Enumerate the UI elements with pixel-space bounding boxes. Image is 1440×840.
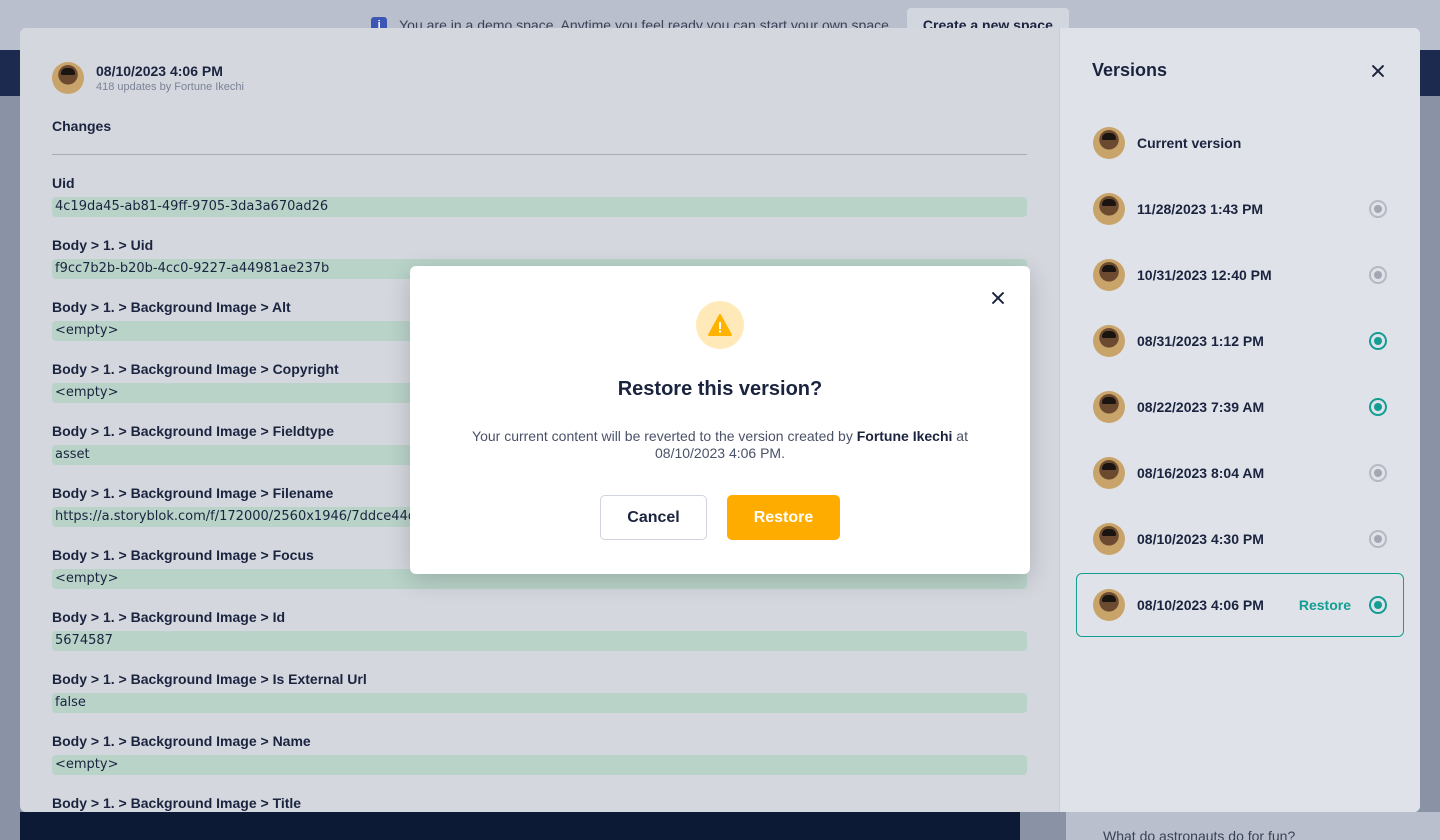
app-field-preview: What do astronauts do for fun? xyxy=(1066,812,1440,840)
version-radio-icon[interactable] xyxy=(1369,398,1387,416)
version-date: 08/10/2023 4:06 PM xyxy=(96,63,223,79)
version-item[interactable]: 11/28/2023 1:43 PM xyxy=(1076,177,1404,241)
version-label: 08/16/2023 8:04 AM xyxy=(1137,465,1265,481)
version-subtitle: 418 updates by Fortune Ikechi xyxy=(96,81,244,93)
change-item: Uid 4c19da45-ab81-49ff-9705-3da3a670ad26 xyxy=(52,175,1027,217)
version-item[interactable]: 08/16/2023 8:04 AM xyxy=(1076,441,1404,505)
change-label: Body > 1. > Uid xyxy=(52,237,154,253)
change-label: Body > 1. > Background Image > Is Extern… xyxy=(52,671,367,687)
dialog-title: Restore this version? xyxy=(617,378,823,400)
version-list: Current version 11/28/2023 1:43 PM 10/31/2… xyxy=(1076,111,1404,637)
avatar xyxy=(52,62,84,94)
version-label: 08/22/2023 7:39 AM xyxy=(1137,399,1265,415)
change-label: Body > 1. > Background Image > Title xyxy=(52,795,302,811)
version-item[interactable]: 10/31/2023 12:40 PM xyxy=(1076,243,1404,307)
avatar xyxy=(1093,523,1125,555)
avatar xyxy=(1093,457,1125,489)
change-item: Body > 1. > Background Image > Name <empt… xyxy=(52,733,1027,775)
version-radio-icon[interactable] xyxy=(1369,596,1387,614)
changes-title: Changes xyxy=(52,118,1027,155)
version-item[interactable]: 08/10/2023 4:06 PM Restore xyxy=(1076,573,1404,637)
change-item: Body > 1. > Background Image > Id 5674587 xyxy=(52,609,1027,651)
avatar xyxy=(1093,259,1125,291)
change-label: Uid xyxy=(52,175,75,191)
version-item[interactable]: 08/22/2023 7:39 AM xyxy=(1076,375,1404,439)
change-value: <empty> xyxy=(52,755,1027,775)
versions-sidebar: Versions Current version 11/28/2023 1:43 … xyxy=(1059,28,1420,812)
change-item: Body > 1. > Background Image > Title<emp… xyxy=(52,795,1027,812)
version-item[interactable]: 08/10/2023 4:30 PM xyxy=(1076,507,1404,571)
version-radio-icon[interactable] xyxy=(1369,530,1387,548)
versions-title: Versions xyxy=(1092,60,1168,80)
avatar xyxy=(1093,193,1125,225)
close-icon[interactable] xyxy=(1368,61,1388,81)
warning-icon xyxy=(696,301,744,349)
change-label: Body > 1. > Background Image > Name xyxy=(52,733,311,749)
version-label: Current version xyxy=(1137,135,1242,151)
app-preview-area xyxy=(20,812,1020,840)
dialog-message: Your current content will be reverted to… xyxy=(472,428,968,461)
version-radio-icon[interactable] xyxy=(1369,266,1387,284)
change-label: Body > 1. > Background Image > Id xyxy=(52,609,286,625)
dialog-close-icon[interactable] xyxy=(988,288,1008,308)
dialog-author: Fortune Ikechi xyxy=(856,428,953,444)
version-author: 08/10/2023 4:06 PM 418 updates by Fortun… xyxy=(52,62,1027,94)
avatar xyxy=(1093,589,1125,621)
avatar xyxy=(1093,127,1125,159)
version-label: 11/28/2023 1:43 PM xyxy=(1137,201,1264,217)
version-radio-icon[interactable] xyxy=(1369,464,1387,482)
restore-link[interactable]: Restore xyxy=(1299,597,1351,613)
version-radio-icon[interactable] xyxy=(1369,332,1387,350)
version-item[interactable]: 08/31/2023 1:12 PM xyxy=(1076,309,1404,373)
version-item[interactable]: Current version xyxy=(1076,111,1404,175)
version-label: 08/10/2023 4:06 PM xyxy=(1137,597,1264,613)
change-item: Body > 1. > Background Image > Is Extern… xyxy=(52,671,1027,713)
cancel-button[interactable]: Cancel xyxy=(600,495,707,540)
change-value: false xyxy=(52,693,1027,713)
restore-dialog: Restore this version? Your current conte… xyxy=(410,266,1030,574)
version-label: 08/31/2023 1:12 PM xyxy=(1137,333,1264,349)
avatar xyxy=(1093,325,1125,357)
version-radio-icon[interactable] xyxy=(1369,200,1387,218)
version-label: 10/31/2023 12:40 PM xyxy=(1137,267,1272,283)
change-value: 4c19da45-ab81-49ff-9705-3da3a670ad26 xyxy=(52,197,1027,217)
avatar xyxy=(1093,391,1125,423)
restore-button[interactable]: Restore xyxy=(727,495,840,540)
version-label: 08/10/2023 4:30 PM xyxy=(1137,531,1264,547)
change-value: 5674587 xyxy=(52,631,1027,651)
